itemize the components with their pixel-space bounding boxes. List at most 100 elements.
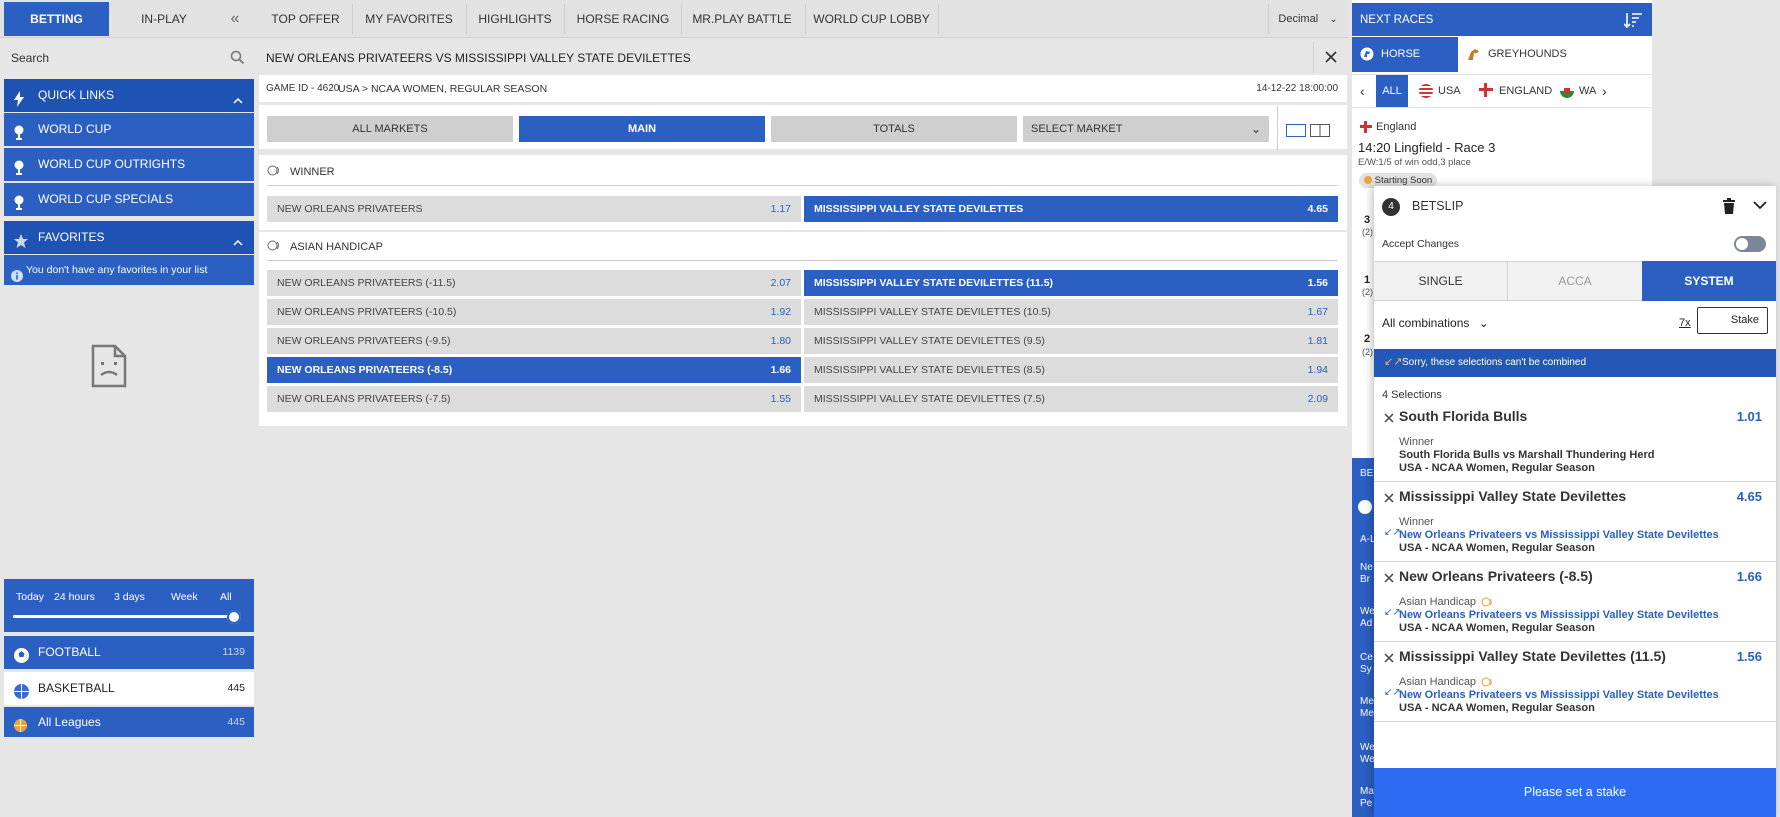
flag-usa-icon xyxy=(1419,84,1433,98)
search-box[interactable]: Search xyxy=(4,42,254,73)
combinations-dropdown[interactable]: All combinations ⌄ xyxy=(1382,316,1489,330)
quick-links-header[interactable]: QUICK LINKS xyxy=(4,79,254,112)
betting-tab[interactable]: BETTING xyxy=(4,2,109,36)
time-filter-3-days[interactable]: 3 days xyxy=(114,591,145,603)
select-market-dropdown[interactable]: SELECT MARKET ⌄ xyxy=(1023,116,1269,142)
sidebar-item-world-cup[interactable]: WORLD CUP xyxy=(4,113,254,146)
outcome-button[interactable]: MISSISSIPPI VALLEY STATE DEVILETTES (8.5… xyxy=(804,357,1338,383)
chevron-down-icon: ⌄ xyxy=(1478,316,1489,330)
nav-horse-racing[interactable]: HORSE RACING xyxy=(568,2,678,36)
trophy-icon xyxy=(13,191,25,224)
selection-card: Mississippi Valley State Devilettes 4.65… xyxy=(1374,482,1776,562)
selection-event[interactable]: New Orleans Privateers vs Mississippi Va… xyxy=(1399,689,1719,701)
sport-row-basketball[interactable]: BASKETBALL 445 xyxy=(4,672,254,705)
outcome-button[interactable]: MISSISSIPPI VALLEY STATE DEVILETTES (10.… xyxy=(804,299,1338,325)
tab-totals[interactable]: TOTALS xyxy=(771,116,1017,142)
time-filter-today[interactable]: Today xyxy=(16,591,44,603)
odds-format-select[interactable]: Decimal ⌄ xyxy=(1270,2,1346,36)
remove-selection-icon[interactable] xyxy=(1384,413,1394,423)
time-filter-week[interactable]: Week xyxy=(171,591,198,603)
market-info-icon xyxy=(267,165,283,176)
tab-acca[interactable]: ACCA xyxy=(1508,262,1642,300)
tab-single[interactable]: SINGLE xyxy=(1374,262,1508,300)
remove-selection-icon[interactable] xyxy=(1384,573,1394,583)
no-combine-icon: ↙↗ xyxy=(1384,356,1403,368)
remove-selection-icon[interactable] xyxy=(1384,653,1394,663)
outcome-button[interactable]: NEW ORLEANS PRIVATEERS (-10.5) 1.92 xyxy=(267,299,801,325)
sort-icon[interactable] xyxy=(1624,12,1642,28)
match-title: NEW ORLEANS PRIVATEERS VS MISSISSIPPI VA… xyxy=(266,51,691,65)
selection-event[interactable]: New Orleans Privateers vs Mississippi Va… xyxy=(1399,529,1719,541)
collapse-icon[interactable]: « xyxy=(222,2,248,36)
stake-input[interactable]: Stake xyxy=(1697,307,1768,334)
left-sidebar: Search QUICK LINKS WORLD CUP WORLD CUP O… xyxy=(4,42,254,817)
league-name: All Leagues xyxy=(38,715,101,729)
no-favorites-text: You don't have any favorites in your lis… xyxy=(26,264,208,276)
favorites-header[interactable]: FAVORITES xyxy=(4,221,254,254)
nav-top-offer[interactable]: TOP OFFER xyxy=(262,2,349,36)
outcome-button[interactable]: NEW ORLEANS PRIVATEERS (-11.5) 2.07 xyxy=(267,270,801,296)
flag-england-icon xyxy=(1479,83,1493,97)
runner-number: 2 xyxy=(1364,333,1371,345)
place-bet-button[interactable]: Please set a stake xyxy=(1374,768,1776,817)
sport-name: BASKETBALL xyxy=(38,681,115,695)
breadcrumb[interactable]: USA > NCAA WOMEN, REGULAR SEASON xyxy=(338,83,547,95)
nav-highlights[interactable]: HIGHLIGHTS xyxy=(470,2,560,36)
nav-mr-play-battle[interactable]: MR.PLAY BATTLE xyxy=(685,2,799,36)
outcome-button[interactable]: MISSISSIPPI VALLEY STATE DEVILETTES (7.5… xyxy=(804,386,1338,412)
accept-changes-toggle[interactable] xyxy=(1734,236,1766,252)
search-icon[interactable] xyxy=(230,50,245,65)
league-row-all-leagues[interactable]: All Leagues 445 xyxy=(4,707,254,737)
flag-england-icon xyxy=(1360,121,1372,133)
nav-my-favorites[interactable]: MY FAVORITES xyxy=(356,2,462,36)
time-slider-handle[interactable] xyxy=(227,610,241,624)
nav-world-cup-lobby[interactable]: WORLD CUP LOBBY xyxy=(809,2,934,36)
betslip-count-badge: 4 xyxy=(1382,198,1400,216)
tab-horse-racing[interactable]: HORSE RACING xyxy=(1352,37,1458,95)
outcome-button-selected[interactable]: NEW ORLEANS PRIVATEERS (-8.5) 1.66 xyxy=(267,357,801,383)
tab-greyhounds[interactable]: GREYHOUNDS xyxy=(1460,37,1580,72)
filter-usa[interactable]: USA xyxy=(1438,85,1461,97)
tab-main[interactable]: MAIN xyxy=(519,116,765,142)
sidebar-item-world-cup-outrights[interactable]: WORLD CUP OUTRIGHTS xyxy=(4,148,254,181)
time-filter-all[interactable]: All xyxy=(220,591,232,603)
outcome-button[interactable]: NEW ORLEANS PRIVATEERS (-7.5) 1.55 xyxy=(267,386,801,412)
sidebar-item-world-cup-specials[interactable]: WORLD CUP SPECIALS xyxy=(4,183,254,216)
time-filter-24-hours[interactable]: 24 hours xyxy=(54,591,95,603)
selections-count: 4 Selections xyxy=(1382,389,1442,401)
close-icon[interactable] xyxy=(1325,51,1337,63)
single-column-view-icon[interactable] xyxy=(1286,124,1306,137)
selection-market: Winner xyxy=(1399,436,1434,448)
outcome-button[interactable]: NEW ORLEANS PRIVATEERS 1.17 xyxy=(267,196,801,222)
outcome-button[interactable]: NEW ORLEANS PRIVATEERS (-9.5) 1.80 xyxy=(267,328,801,354)
time-slider-track[interactable] xyxy=(13,615,240,618)
tab-all-markets[interactable]: ALL MARKETS xyxy=(267,116,513,142)
betslip-tabs: SINGLE ACCA SYSTEM xyxy=(1374,261,1776,301)
filter-england[interactable]: ENGLAND xyxy=(1499,85,1552,97)
filter-all[interactable]: ALL xyxy=(1376,75,1408,107)
selection-league: USA - NCAA Women, Regular Season xyxy=(1399,542,1595,554)
remove-selection-icon[interactable] xyxy=(1384,493,1394,503)
tab-system[interactable]: SYSTEM xyxy=(1642,261,1776,301)
selection-event[interactable]: New Orleans Privateers vs Mississippi Va… xyxy=(1399,609,1719,621)
outcome-button-selected[interactable]: MISSISSIPPI VALLEY STATE DEVILETTES 4.65 xyxy=(804,196,1338,222)
chevron-left-icon[interactable]: ‹ xyxy=(1360,83,1365,99)
sport-row-football[interactable]: FOOTBALL 1139 xyxy=(4,636,254,669)
market-title-asian-handicap: ASIAN HANDICAP xyxy=(290,241,383,253)
chevron-right-icon[interactable]: › xyxy=(1602,83,1607,99)
chevron-down-icon[interactable] xyxy=(1752,199,1768,211)
selection-market: Winner xyxy=(1399,516,1434,528)
match-datetime: 14-12-22 18:00:00 xyxy=(1256,83,1338,94)
betslip-header[interactable]: 4 BETSLIP xyxy=(1374,186,1776,226)
two-column-view-icon[interactable] xyxy=(1310,124,1330,137)
outcome-button[interactable]: MISSISSIPPI VALLEY STATE DEVILETTES (9.5… xyxy=(804,328,1338,354)
search-input[interactable]: Search xyxy=(11,51,49,65)
accept-changes-label: Accept Changes xyxy=(1382,238,1460,250)
trash-icon[interactable] xyxy=(1722,198,1736,214)
broken-document-icon xyxy=(91,344,127,388)
filter-wales[interactable]: WA xyxy=(1579,85,1596,97)
basketball-icon xyxy=(13,714,28,744)
inplay-tab[interactable]: IN-PLAY xyxy=(110,2,218,36)
race-type-tabs: HORSE RACING GREYHOUNDS xyxy=(1352,37,1652,95)
outcome-button-selected[interactable]: MISSISSIPPI VALLEY STATE DEVILETTES (11.… xyxy=(804,270,1338,296)
